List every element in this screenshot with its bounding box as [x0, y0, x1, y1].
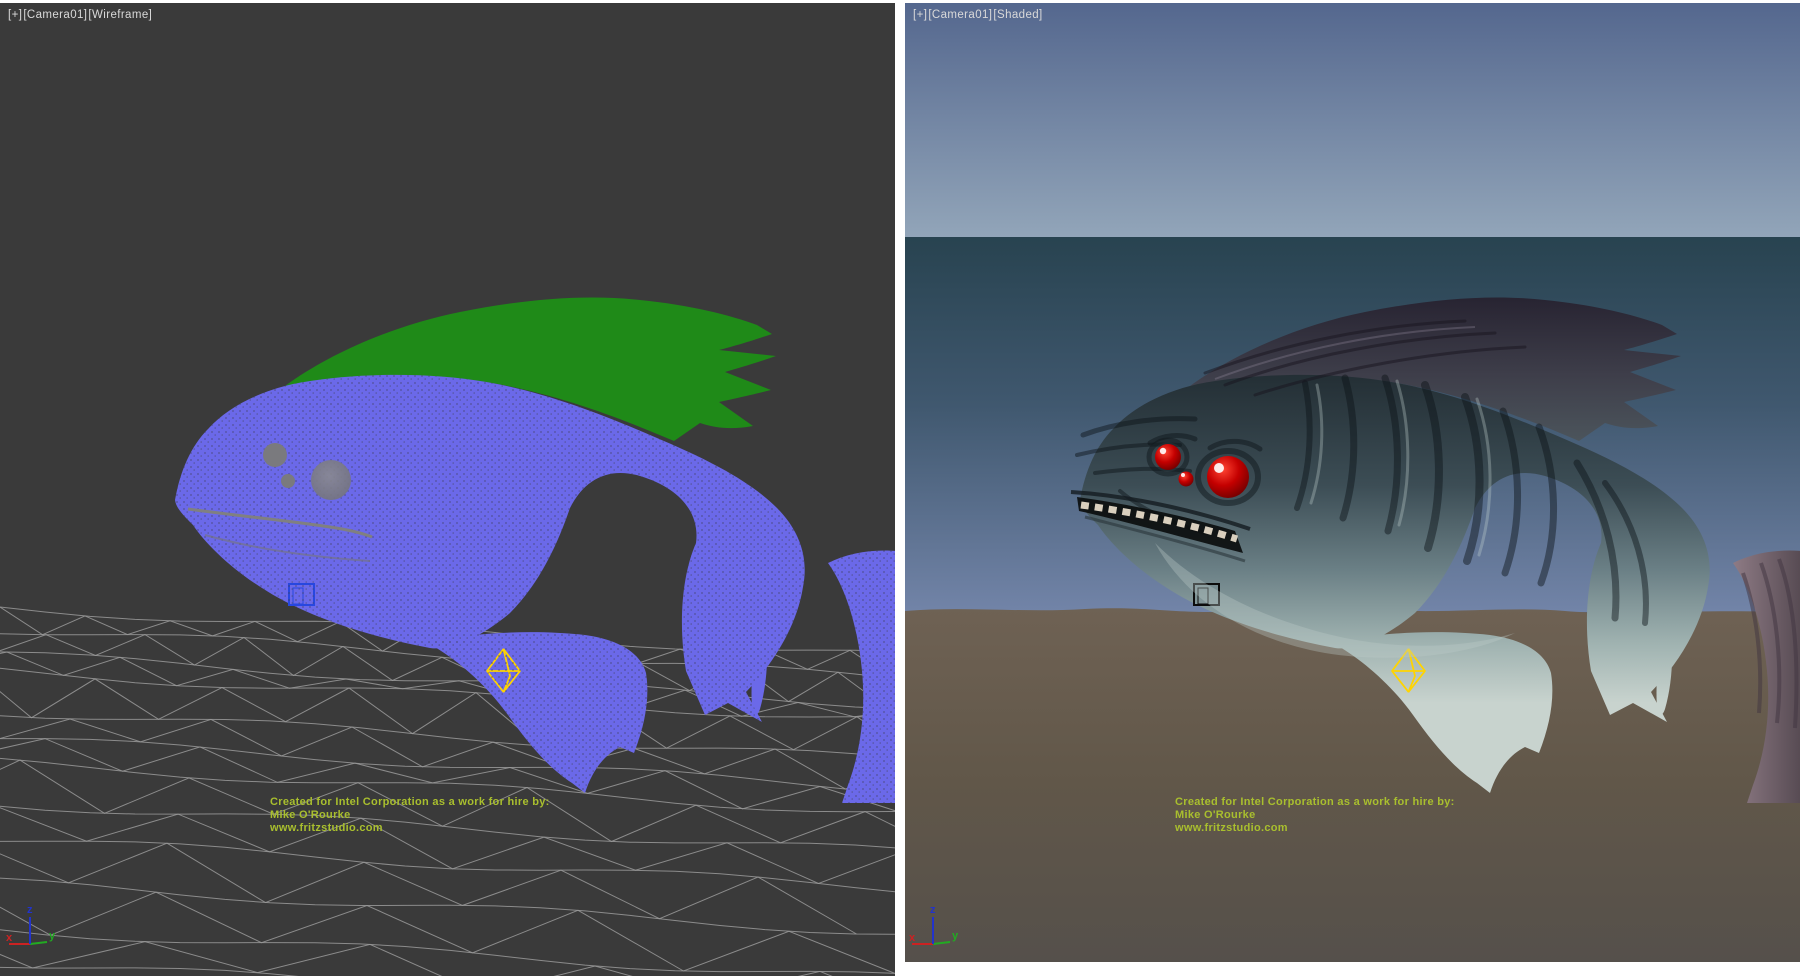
viewport-pov-menu[interactable]: [Camera01] — [23, 9, 87, 21]
viewport-shading-menu[interactable]: [Shaded] — [993, 9, 1042, 21]
axis-x-label: x — [909, 932, 916, 944]
viewport-label: [+][Camera01][Wireframe] — [8, 9, 153, 21]
fish-eye-red-tiny — [1179, 472, 1194, 487]
head-spot-small — [281, 474, 295, 488]
wireframe-scene: Created for Intel Corporation as a work … — [0, 3, 895, 976]
viewport-label: [+][Camera01][Shaded] — [913, 9, 1044, 21]
eye-highlight — [1160, 448, 1166, 454]
shaded-scene: Created for Intel Corporation as a work … — [905, 3, 1800, 962]
watermark: Created for Intel Corporation as a work … — [269, 796, 550, 834]
axis-gizmo: x y z — [6, 904, 56, 944]
viewport-shaded[interactable]: Created for Intel Corporation as a work … — [905, 3, 1800, 962]
sky-gradient — [905, 3, 1800, 237]
fish-eye-red-large — [1207, 456, 1249, 498]
watermark-line3: www.fritzstudio.com — [269, 822, 383, 834]
watermark-line3: www.fritzstudio.com — [1174, 822, 1288, 834]
axis-y-label: y — [49, 930, 56, 942]
axis-z-label: z — [27, 904, 33, 916]
viewport-general-menu[interactable]: [+] — [913, 9, 927, 21]
fish-eye — [311, 460, 351, 500]
head-spot — [263, 443, 287, 467]
wireframe-stipple-texture — [175, 375, 895, 803]
axis-y-label: y — [952, 930, 959, 942]
watermark-line1: Created for Intel Corporation as a work … — [1175, 796, 1455, 808]
workspace: Created for Intel Corporation as a work … — [0, 0, 1800, 978]
viewport-general-menu[interactable]: [+] — [8, 9, 22, 21]
viewport-wireframe[interactable]: Created for Intel Corporation as a work … — [0, 3, 895, 976]
fish-eye-red-small — [1155, 444, 1181, 470]
eye-highlight — [1214, 463, 1224, 473]
viewport-shading-menu[interactable]: [Wireframe] — [88, 9, 152, 21]
watermark-line1: Created for Intel Corporation as a work … — [270, 796, 550, 808]
viewport-pov-menu[interactable]: [Camera01] — [928, 9, 992, 21]
axis-z-label: z — [930, 904, 936, 916]
axis-x-label: x — [6, 932, 13, 944]
watermark-line2: Mike O'Rourke — [270, 809, 350, 821]
eye-highlight — [1181, 473, 1185, 477]
watermark-line2: Mike O'Rourke — [1175, 809, 1255, 821]
